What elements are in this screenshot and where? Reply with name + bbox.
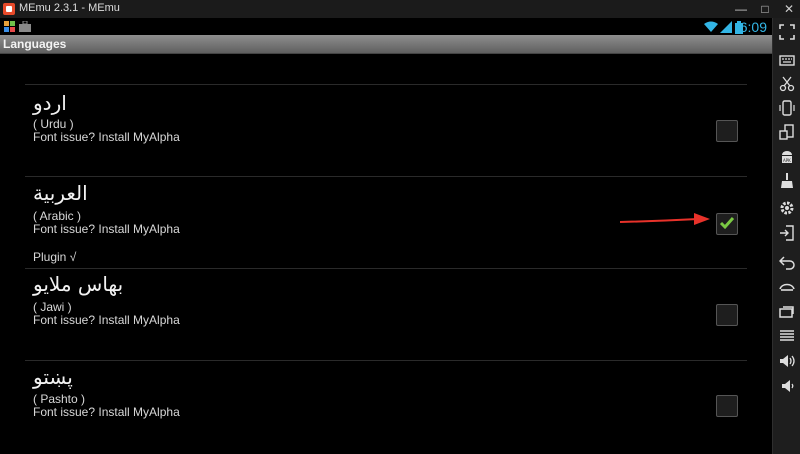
wifi-icon — [704, 21, 718, 32]
page-title: Languages — [3, 37, 67, 51]
language-native-name: پښتو — [33, 365, 73, 389]
checkmark-icon — [719, 217, 735, 230]
window-title: MEmu 2.3.1 - MEmu — [19, 2, 120, 14]
volume-down-icon[interactable] — [779, 378, 795, 394]
language-english-name: ( Pashto ) — [33, 392, 86, 406]
emulator-toolbar: APK — [772, 18, 800, 454]
arabic-checkbox[interactable] — [716, 213, 738, 235]
memu-logo-icon — [3, 3, 15, 15]
language-english-name: ( Jawi ) — [33, 300, 72, 314]
volume-up-icon[interactable] — [779, 353, 795, 369]
font-issue-note: Font issue? Install MyAlpha — [33, 222, 180, 236]
language-native-name: اردو — [33, 91, 67, 115]
shake-icon[interactable] — [779, 100, 795, 116]
screenshot-scissors-icon[interactable] — [779, 76, 795, 92]
language-list: اردو ( Urdu ) Font issue? Install MyAlph… — [0, 54, 772, 454]
font-issue-note: Font issue? Install MyAlpha — [33, 130, 180, 144]
android-status-bar: 6:09 — [0, 18, 772, 35]
menu-icon[interactable] — [779, 328, 795, 344]
back-icon[interactable] — [779, 254, 795, 270]
minimize-icon[interactable]: — — [734, 2, 748, 16]
keyboard-icon[interactable] — [779, 52, 795, 68]
fullscreen-icon[interactable] — [779, 24, 795, 40]
list-item-jawi[interactable]: بهاس ملايو ( Jawi ) Font issue? Install … — [25, 269, 747, 359]
maximize-icon[interactable]: □ — [758, 2, 772, 16]
rotate-icon[interactable] — [779, 124, 795, 140]
plugin-status: Plugin √ — [33, 250, 77, 264]
language-english-name: ( Arabic ) — [33, 209, 82, 223]
home-icon[interactable] — [779, 278, 795, 294]
language-native-name: العربية — [33, 181, 88, 205]
annotation-arrow-icon — [620, 213, 710, 225]
clean-broom-icon[interactable] — [779, 173, 795, 189]
language-native-name: بهاس ملايو — [33, 272, 124, 296]
import-file-icon[interactable] — [779, 225, 795, 241]
language-english-name: ( Urdu ) — [33, 117, 74, 131]
pashto-checkbox[interactable] — [716, 395, 738, 417]
recent-apps-icon[interactable] — [779, 303, 795, 319]
list-item-pashto[interactable]: پښتو ( Pashto ) Font issue? Install MyAl… — [25, 361, 747, 451]
font-issue-note: Font issue? Install MyAlpha — [33, 313, 180, 327]
apps-grid-icon — [4, 21, 15, 32]
status-clock: 6:09 — [739, 19, 767, 35]
action-bar: Languages — [0, 35, 772, 54]
list-item-urdu[interactable]: اردو ( Urdu ) Font issue? Install MyAlph… — [25, 85, 747, 175]
window-titlebar: MEmu 2.3.1 - MEmu — □ ✕ — [0, 0, 800, 18]
urdu-checkbox[interactable] — [716, 120, 738, 142]
font-issue-note: Font issue? Install MyAlpha — [33, 405, 180, 419]
svg-text:APK: APK — [783, 158, 791, 163]
settings-gear-icon[interactable] — [779, 200, 795, 216]
briefcase-icon — [19, 21, 31, 32]
close-icon[interactable]: ✕ — [782, 2, 796, 16]
apk-install-icon[interactable]: APK — [779, 148, 795, 164]
jawi-checkbox[interactable] — [716, 304, 738, 326]
signal-icon — [720, 21, 732, 33]
